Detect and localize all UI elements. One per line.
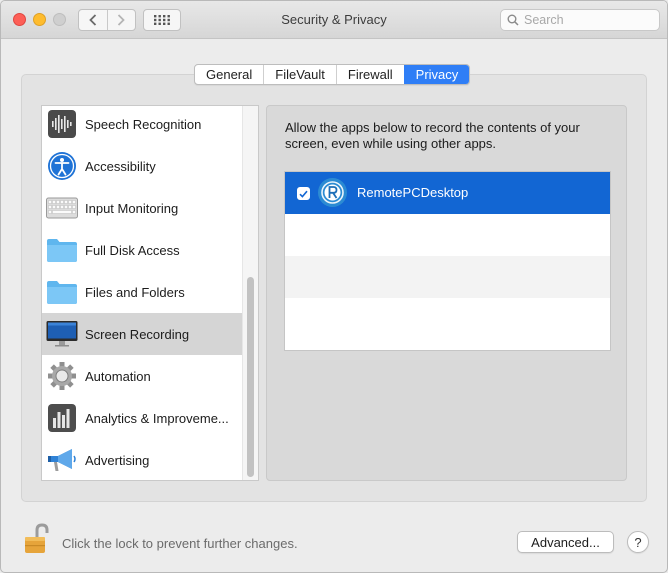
help-button[interactable]: ?: [627, 531, 649, 553]
sidebar-item-label: Files and Folders: [85, 284, 185, 300]
sidebar-item-label: Advertising: [85, 452, 150, 468]
sidebar-item-label: Analytics & Improveme...: [85, 410, 229, 426]
tab-filevault[interactable]: FileVault: [263, 65, 336, 84]
sidebar-item-label: Screen Recording: [85, 326, 190, 342]
sidebar-item-label: Accessibility: [85, 158, 156, 174]
checkmark-icon: [299, 190, 308, 198]
app-name: RemotePCDesktop: [357, 185, 469, 200]
search-icon: [507, 14, 519, 26]
search-input[interactable]: [524, 13, 644, 27]
folder-icon: [46, 234, 78, 266]
analytics-icon: [46, 402, 78, 434]
sidebar-item-input-monitoring[interactable]: Input Monitoring: [42, 187, 243, 229]
remotepc-app-icon: [318, 178, 347, 207]
sidebar-item-screen-recording[interactable]: Screen Recording: [42, 313, 243, 355]
sidebar-item-label: Full Disk Access: [85, 242, 180, 258]
sidebar-item-analytics[interactable]: Analytics & Improveme...: [42, 397, 243, 439]
sidebar-item-full-disk-access[interactable]: Full Disk Access: [42, 229, 243, 271]
sidebar-item-files-and-folders[interactable]: Files and Folders: [42, 271, 243, 313]
sidebar-scrollbar-thumb[interactable]: [247, 277, 254, 477]
tab-privacy[interactable]: Privacy: [403, 65, 470, 84]
accessibility-icon: [46, 150, 78, 182]
tab-bar: General FileVault Firewall Privacy: [194, 64, 471, 85]
megaphone-icon: [46, 444, 78, 476]
sidebar-item-label: Input Monitoring: [85, 200, 179, 216]
tab-firewall[interactable]: Firewall: [335, 65, 404, 84]
sidebar-item-advertising[interactable]: Advertising: [42, 439, 243, 480]
app-permission-checkbox[interactable]: [297, 187, 310, 200]
speech-recognition-icon: [46, 108, 78, 140]
folder-icon: [46, 276, 78, 308]
empty-list-row: [285, 256, 610, 298]
empty-list-row: [285, 214, 610, 256]
advanced-button[interactable]: Advanced...: [517, 531, 614, 553]
sidebar-item-speech-recognition[interactable]: Speech Recognition: [42, 106, 243, 145]
lock-button[interactable]: [23, 523, 51, 555]
privacy-category-list[interactable]: Speech Recognition Accessibility Input M…: [41, 105, 259, 481]
keyboard-icon: [46, 192, 78, 224]
sidebar-item-accessibility[interactable]: Accessibility: [42, 145, 243, 187]
empty-list-row: [285, 298, 610, 340]
sidebar-item-label: Automation: [85, 368, 151, 384]
screen-recording-description: Allow the apps below to record the conte…: [285, 120, 580, 151]
list-item[interactable]: RemotePCDesktop: [285, 172, 610, 214]
app-permission-list[interactable]: RemotePCDesktop: [284, 171, 611, 351]
sidebar-item-automation[interactable]: Automation: [42, 355, 243, 397]
tab-general[interactable]: General: [195, 65, 263, 84]
gear-icon: [46, 360, 78, 392]
sidebar-item-label: Speech Recognition: [85, 116, 202, 132]
unlocked-padlock-icon: [25, 523, 49, 553]
title-bar: Security & Privacy: [1, 1, 667, 39]
lock-status-text: Click the lock to prevent further change…: [62, 536, 298, 551]
display-icon: [46, 318, 78, 350]
security-privacy-window: Security & Privacy General FileVault Fir…: [0, 0, 668, 573]
search-field[interactable]: [500, 9, 660, 31]
